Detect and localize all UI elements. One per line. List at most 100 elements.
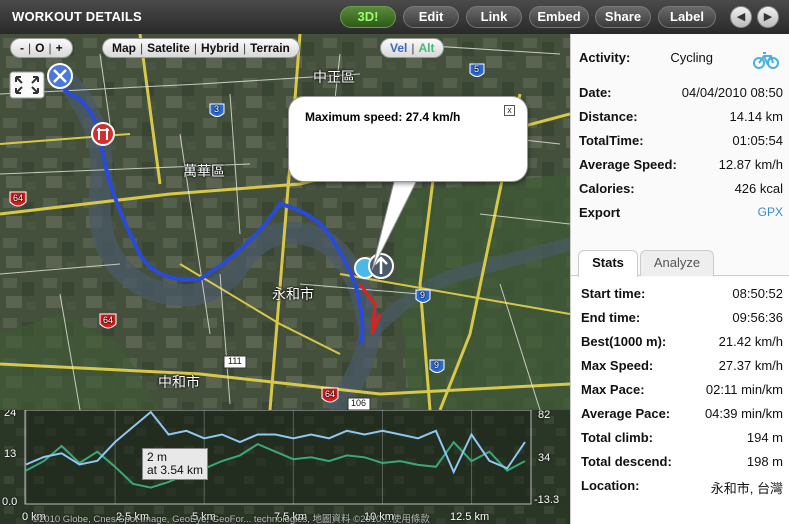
road-9-a: 9	[420, 290, 426, 300]
road-111: 111	[228, 356, 242, 366]
stat-value: 02:11 min/km	[705, 382, 783, 397]
stat-value: 08:50:52	[732, 286, 783, 301]
zoom-reset-button[interactable]: O	[32, 41, 47, 55]
stat-value: 27.37 km/h	[718, 358, 783, 373]
map-type-hybrid[interactable]: Hybrid	[198, 41, 242, 55]
3d-button[interactable]: 3D!	[340, 6, 396, 28]
right-axis-bottom: -13.3	[534, 494, 560, 506]
chart-hover-tooltip: 2 m at 3.54 km	[142, 448, 209, 480]
map-view[interactable]: 中正區 萬華區 永和市 中和市 64 64 64 3 5 9 9 111 106…	[0, 34, 570, 410]
stat-label: Total climb:	[581, 430, 653, 445]
left-axis-mid: 13	[4, 448, 17, 460]
map-canvas	[0, 34, 570, 410]
stat-label: Start time:	[581, 286, 646, 301]
graph-mode-alt[interactable]: Alt	[415, 41, 437, 55]
stat-label: End time:	[581, 310, 641, 325]
calories-row: Calories: 426 kcal	[579, 179, 783, 199]
panel-tabs: Stats Analyze	[571, 246, 789, 277]
avgspeed-value: 12.87 km/h	[718, 157, 783, 172]
stat-value: 21.42 km/h	[718, 334, 783, 349]
bicycle-icon	[753, 52, 779, 69]
distance-value: 14.14 km	[729, 109, 783, 124]
export-row: Export GPX	[579, 203, 783, 223]
stats-list: Start time: 08:50:52 End time: 09:56:36 Be…	[571, 277, 789, 524]
distance-row: Distance: 14.14 km	[579, 107, 783, 127]
stat-row: Total climb: 194 m	[581, 428, 783, 448]
right-axis-top: 82	[538, 410, 551, 421]
stat-value: 04:39 min/km	[704, 406, 783, 421]
stat-value: 09:56:36	[732, 310, 783, 325]
graph-mode-selector: Vel | Alt	[380, 38, 445, 58]
edit-button[interactable]: Edit	[403, 6, 459, 28]
workout-summary-panel: Activity: Cycling Date: 04/04/2010 08:50…	[570, 34, 789, 524]
road-5: 5	[474, 64, 480, 74]
activity-row: Activity: Cycling	[579, 48, 783, 69]
road-106: 106	[351, 398, 367, 408]
bubble-close-icon[interactable]: x	[504, 105, 515, 116]
calories-value: 426 kcal	[734, 181, 783, 196]
totaltime-row: TotalTime: 01:05:54	[579, 131, 783, 151]
tab-analyze[interactable]: Analyze	[640, 250, 714, 276]
road-64-b: 64	[103, 315, 114, 325]
zoom-controls: - | O | +	[10, 38, 73, 58]
totaltime-value: 01:05:54	[732, 133, 783, 148]
distance-label: Distance:	[579, 109, 638, 124]
label-button[interactable]: Label	[658, 6, 716, 28]
poi-marker-icon[interactable]	[91, 122, 115, 146]
stat-label: Best(1000 m):	[581, 334, 667, 349]
calories-label: Calories:	[579, 181, 635, 196]
road-64-c: 64	[325, 389, 336, 399]
stat-label: Location:	[581, 478, 640, 493]
map-type-selector: Map | Satelite | Hybrid | Terrain	[102, 38, 300, 58]
stat-row: Location: 永和市, 台灣	[581, 476, 783, 496]
right-axis-mid: 34	[538, 452, 551, 464]
stat-row: Total descend: 198 m	[581, 452, 783, 472]
activity-label: Activity:	[579, 50, 631, 65]
totaltime-label: TotalTime:	[579, 133, 644, 148]
stat-row: Start time: 08:50:52	[581, 284, 783, 304]
export-label: Export	[579, 205, 621, 220]
info-bubble: Maximum speed: 27.4 km/h x	[288, 96, 528, 182]
embed-button[interactable]: Embed	[529, 6, 589, 28]
road-64-a: 64	[13, 193, 24, 203]
share-button[interactable]: Share	[595, 6, 651, 28]
export-gpx-link[interactable]: GPX	[758, 205, 783, 219]
zoom-out-button[interactable]: -	[17, 41, 27, 55]
header-bar: WORKOUT DETAILS 3D! Edit Link Embed Shar…	[0, 0, 789, 34]
prev-arrow-icon[interactable]: ◀	[730, 6, 752, 28]
road-3: 3	[214, 104, 220, 114]
date-value: 04/04/2010 08:50	[681, 85, 783, 100]
stat-value: 194 m	[746, 430, 783, 445]
stat-label: Total descend:	[581, 454, 672, 469]
fullscreen-icon[interactable]	[9, 71, 45, 99]
next-arrow-icon[interactable]: ▶	[757, 6, 779, 28]
avgspeed-row: Average Speed: 12.87 km/h	[579, 155, 783, 175]
link-button[interactable]: Link	[466, 6, 522, 28]
map-type-satellite[interactable]: Satelite	[144, 41, 193, 55]
stat-row: Average Pace: 04:39 min/km	[581, 404, 783, 424]
map-type-map[interactable]: Map	[109, 41, 139, 55]
map-label-yonghe: 永和市	[272, 286, 314, 302]
left-axis-top: 24	[4, 410, 17, 419]
map-label-zhongzheng: 中正區	[313, 69, 355, 85]
stat-value: 198 m	[746, 454, 783, 469]
hover-line-2: at 3.54 km	[147, 463, 204, 477]
stat-row: Max Pace: 02:11 min/km	[581, 380, 783, 400]
zoom-in-button[interactable]: +	[53, 41, 66, 55]
chart-canvas	[0, 410, 570, 524]
date-label: Date:	[579, 85, 612, 100]
map-label-zhonghe: 中和市	[158, 374, 200, 390]
stat-row: Best(1000 m): 21.42 km/h	[581, 332, 783, 352]
stat-row: End time: 09:56:36	[581, 308, 783, 328]
elevation-speed-chart[interactable]: 24 13 0.0 82 34 -13.3 0 km 2.5 km 5 km 7…	[0, 410, 570, 524]
stat-value: 永和市, 台灣	[710, 481, 783, 496]
page-title: WORKOUT DETAILS	[12, 9, 142, 24]
activity-value: Cycling	[670, 50, 713, 65]
stat-label: Average Pace:	[581, 406, 671, 421]
date-row: Date: 04/04/2010 08:50	[579, 83, 783, 103]
graph-mode-vel[interactable]: Vel	[387, 41, 410, 55]
tab-stats[interactable]: Stats	[578, 250, 638, 277]
map-type-terrain[interactable]: Terrain	[247, 41, 293, 55]
road-9-b: 9	[434, 360, 440, 370]
map-attribution: ©2010 Globe, Cnes/Spot Image, GeoEye, Ge…	[32, 514, 430, 524]
